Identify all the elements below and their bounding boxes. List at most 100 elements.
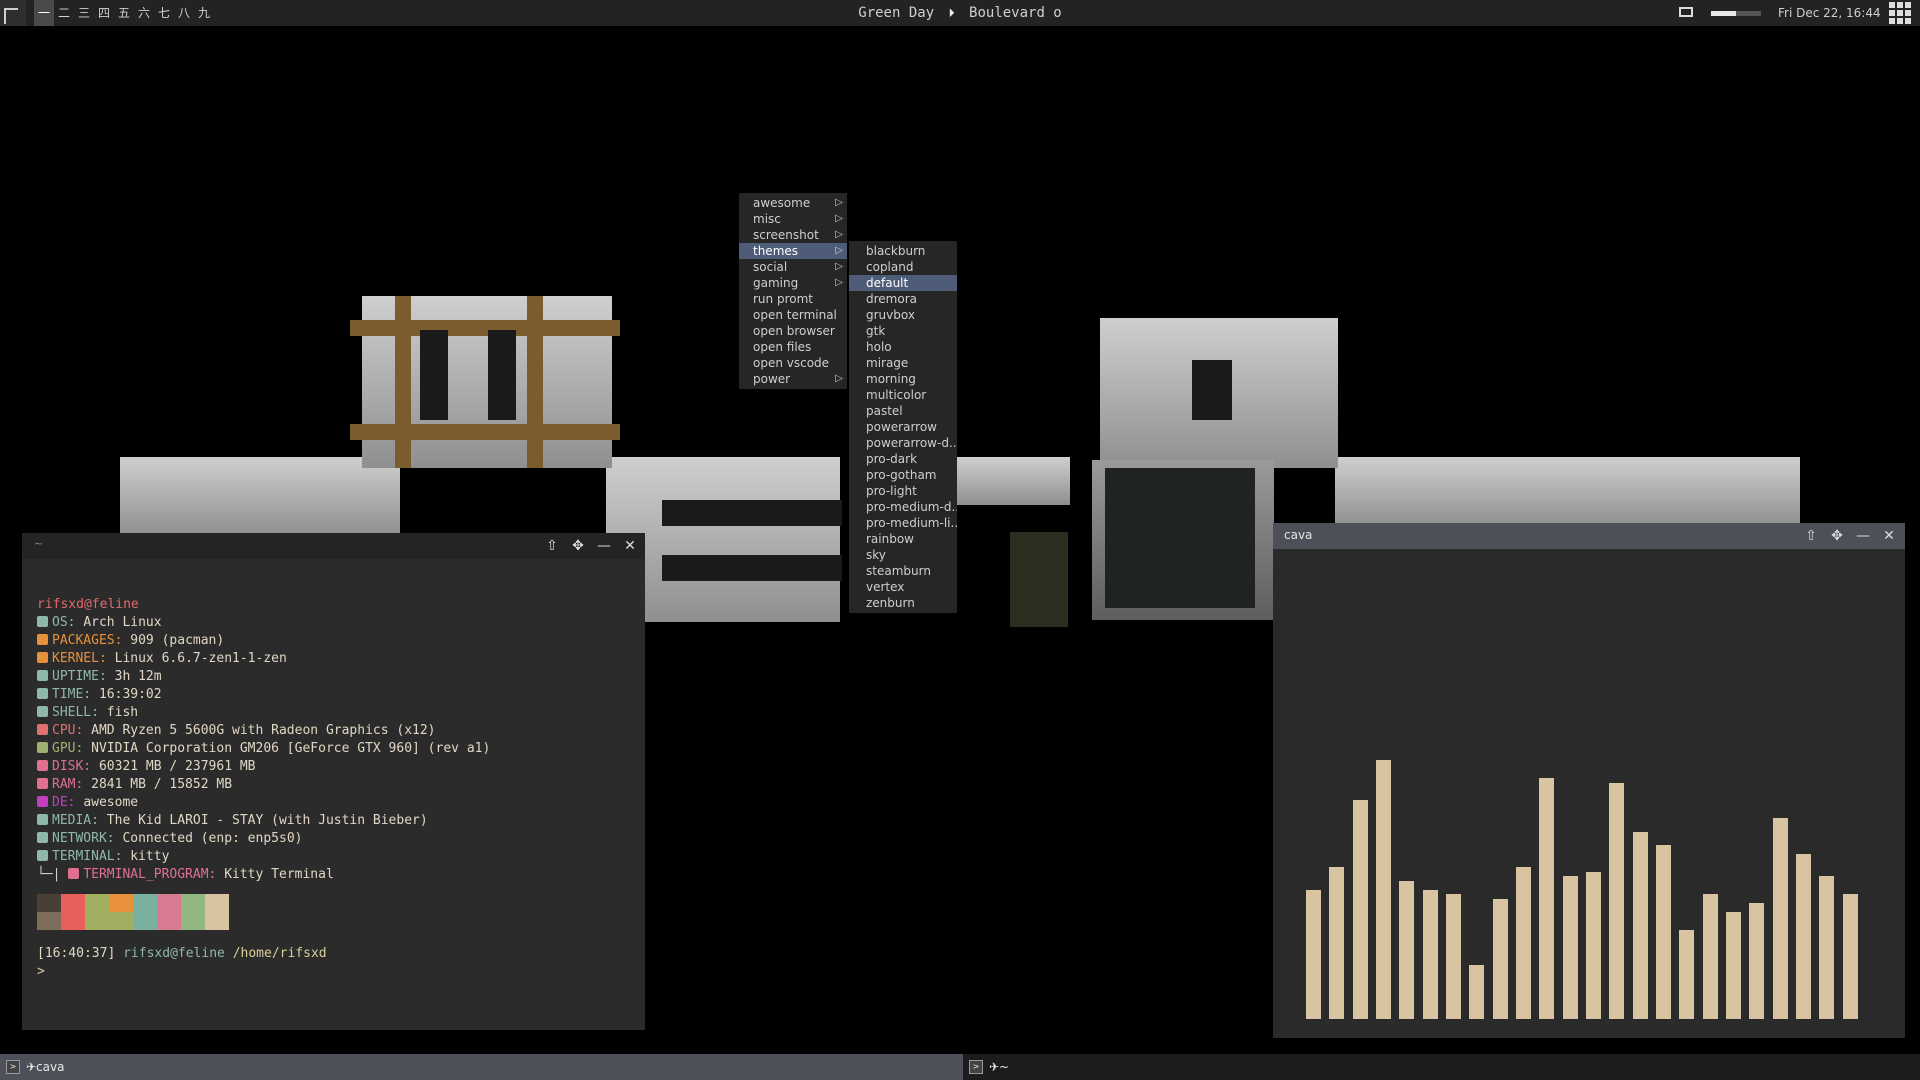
menu-item-screenshot[interactable]: screenshot ▷ bbox=[739, 227, 847, 243]
cava-titlebar[interactable]: cava ⇧ ✥ — ✕ bbox=[1273, 523, 1905, 549]
monitor-icon[interactable] bbox=[1679, 7, 1693, 17]
info-row: MEDIA: The Kid LAROI - STAY (with Justin… bbox=[37, 812, 490, 830]
menu-item-open-terminal[interactable]: open terminal bbox=[739, 307, 847, 323]
info-key: NETWORK: bbox=[52, 831, 115, 846]
theme-item[interactable]: mirage bbox=[849, 355, 957, 371]
theme-item[interactable]: holo bbox=[849, 339, 957, 355]
theme-item[interactable]: gruvbox bbox=[849, 307, 957, 323]
menu-item-themes[interactable]: themes ▷ bbox=[739, 243, 847, 259]
theme-item[interactable]: pro-gotham bbox=[849, 467, 957, 483]
terminal-titlebar[interactable]: ~ ⇧ ✥ — ✕ bbox=[22, 533, 645, 559]
ontop-icon[interactable]: ⇧ bbox=[1801, 527, 1821, 545]
taskbar-item[interactable]: > ✈cava bbox=[0, 1054, 963, 1080]
visualizer-bar bbox=[1632, 831, 1648, 1019]
launcher-icon[interactable] bbox=[0, 0, 26, 26]
minimize-icon[interactable]: — bbox=[594, 537, 614, 555]
menu-item-open-files[interactable]: open files bbox=[739, 339, 847, 355]
theme-item[interactable]: dremora bbox=[849, 291, 957, 307]
move-icon[interactable]: ✥ bbox=[1827, 527, 1847, 545]
info-key: OS: bbox=[52, 615, 76, 630]
info-key: SHELL: bbox=[52, 705, 99, 720]
theme-item[interactable]: blackburn bbox=[849, 243, 957, 259]
now-playing-title: Boulevard o bbox=[969, 5, 1062, 21]
theme-item[interactable]: vertex bbox=[849, 579, 957, 595]
theme-item[interactable]: multicolor bbox=[849, 387, 957, 403]
terminal-program-icon bbox=[68, 868, 80, 879]
media-icon bbox=[37, 814, 48, 825]
prompt-user: rifsxd@feline bbox=[123, 946, 225, 961]
menu-item-label: open browser bbox=[753, 324, 835, 338]
taskbar-item[interactable]: > ✈~ bbox=[963, 1054, 1920, 1080]
prompt-time: [16:40:37] bbox=[37, 946, 116, 961]
tag-2[interactable]: 二 bbox=[54, 0, 74, 26]
layout-icon[interactable] bbox=[1889, 2, 1911, 24]
info-key: DE: bbox=[52, 795, 76, 810]
theme-item[interactable]: powerarrow bbox=[849, 419, 957, 435]
visualizer-bar bbox=[1679, 929, 1695, 1019]
cava-window[interactable]: cava ⇧ ✥ — ✕ bbox=[1273, 523, 1905, 1038]
theme-item[interactable]: powerarrow-d... bbox=[849, 435, 957, 451]
tag-9[interactable]: 九 bbox=[194, 0, 214, 26]
minimize-icon[interactable]: — bbox=[1853, 527, 1873, 545]
info-key: TERMINAL: bbox=[52, 849, 123, 864]
volume-bar[interactable] bbox=[1711, 11, 1761, 16]
clock-icon bbox=[37, 688, 48, 699]
theme-item[interactable]: steamburn bbox=[849, 563, 957, 579]
menu-item-misc[interactable]: misc ▷ bbox=[739, 211, 847, 227]
info-value: Connected (enp: enp5s0) bbox=[122, 831, 303, 846]
info-row: RAM: 2841 MB / 15852 MB bbox=[37, 776, 490, 794]
palette-swatch bbox=[37, 894, 61, 930]
info-value: 2841 MB / 15852 MB bbox=[91, 777, 233, 792]
info-value: 909 (pacman) bbox=[130, 633, 225, 648]
tag-5[interactable]: 五 bbox=[114, 0, 134, 26]
theme-item[interactable]: gtk bbox=[849, 323, 957, 339]
theme-item[interactable]: pastel bbox=[849, 403, 957, 419]
tag-4[interactable]: 四 bbox=[94, 0, 114, 26]
tag-6[interactable]: 六 bbox=[134, 0, 154, 26]
theme-item[interactable]: pro-dark bbox=[849, 451, 957, 467]
theme-item[interactable]: morning bbox=[849, 371, 957, 387]
crate bbox=[395, 296, 411, 468]
menu-item-awesome[interactable]: awesome ▷ bbox=[739, 195, 847, 211]
theme-item[interactable]: default bbox=[849, 275, 957, 291]
theme-item[interactable]: pro-light bbox=[849, 483, 957, 499]
info-key: RAM: bbox=[52, 777, 84, 792]
theme-item[interactable]: pro-medium-d... bbox=[849, 499, 957, 515]
taskbar-item-label: ✈cava bbox=[26, 1060, 65, 1074]
clock[interactable]: Fri Dec 22, 16:44 bbox=[1778, 0, 1881, 26]
info-row: └─| TERMINAL_PROGRAM: Kitty Terminal bbox=[37, 866, 490, 884]
maximize-icon[interactable]: ✕ bbox=[620, 537, 640, 555]
terminal-icon: > bbox=[969, 1060, 983, 1074]
ontop-icon[interactable]: ⇧ bbox=[542, 537, 562, 555]
submenu-arrow-icon: ▷ bbox=[835, 245, 843, 256]
menu-item-label: open vscode bbox=[753, 356, 830, 370]
menu-item-power[interactable]: power ▷ bbox=[739, 371, 847, 387]
menu-item-social[interactable]: social ▷ bbox=[739, 259, 847, 275]
tag-1[interactable]: 一 bbox=[34, 0, 54, 26]
wallpaper-block bbox=[120, 457, 400, 535]
info-row: OS: Arch Linux bbox=[37, 614, 490, 632]
terminal-window[interactable]: ~ ⇧ ✥ — ✕ rifsxd@feline OS: Arch Linux PA… bbox=[22, 533, 645, 1030]
move-icon[interactable]: ✥ bbox=[568, 537, 588, 555]
menu-item-run-promt[interactable]: run promt bbox=[739, 291, 847, 307]
menu-item-open-browser[interactable]: open browser bbox=[739, 323, 847, 339]
terminal-output[interactable]: rifsxd@feline OS: Arch Linux PACKAGES: 90… bbox=[37, 596, 490, 981]
submenu-arrow-icon: ▷ bbox=[835, 197, 843, 208]
submenu-arrow-icon: ▷ bbox=[835, 213, 843, 224]
theme-item[interactable]: rainbow bbox=[849, 531, 957, 547]
submenu-arrow-icon: ▷ bbox=[835, 373, 843, 384]
crate bbox=[420, 330, 448, 420]
prompt-char[interactable]: > bbox=[37, 963, 490, 981]
palette-swatch bbox=[133, 894, 157, 930]
tag-8[interactable]: 八 bbox=[174, 0, 194, 26]
theme-item[interactable]: pro-medium-li... bbox=[849, 515, 957, 531]
theme-item[interactable]: sky bbox=[849, 547, 957, 563]
menu-item-open-vscode[interactable]: open vscode bbox=[739, 355, 847, 371]
theme-item[interactable]: copland bbox=[849, 259, 957, 275]
maximize-icon[interactable]: ✕ bbox=[1879, 527, 1899, 545]
tag-3[interactable]: 三 bbox=[74, 0, 94, 26]
theme-item[interactable]: zenburn bbox=[849, 595, 957, 611]
menu-item-gaming[interactable]: gaming ▷ bbox=[739, 275, 847, 291]
penguin-icon bbox=[37, 652, 48, 663]
tag-7[interactable]: 七 bbox=[154, 0, 174, 26]
